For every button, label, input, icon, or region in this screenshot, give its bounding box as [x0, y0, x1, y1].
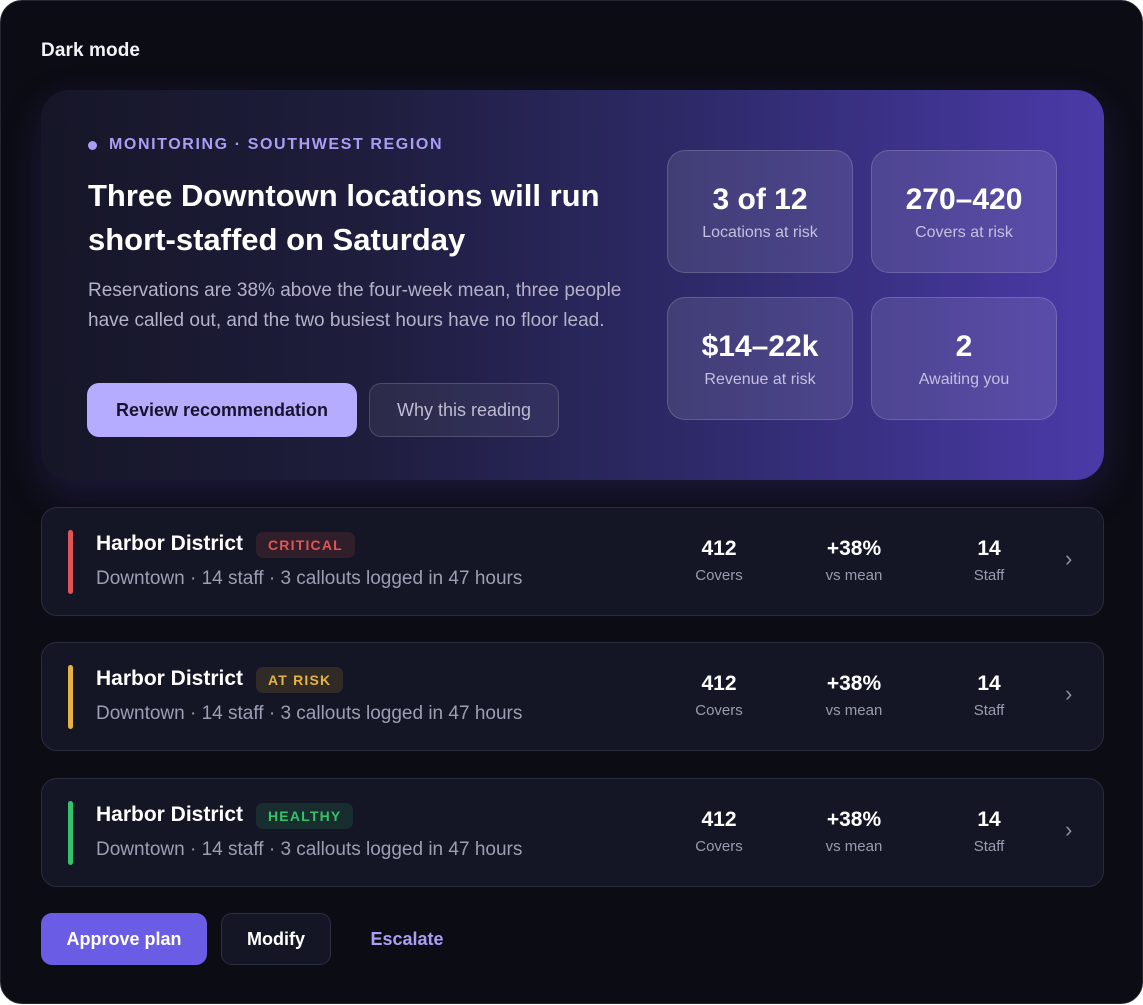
metric-covers: 412 Covers — [659, 808, 779, 855]
metric-label: vs mean — [825, 838, 883, 855]
metric-vs-mean: +38% vs mean — [794, 808, 914, 855]
metric-value: +38% — [826, 537, 882, 560]
hero-title: Three Downtown locations will run short-… — [88, 178, 600, 257]
metric-label: Staff — [973, 702, 1005, 719]
stat-label: Revenue at risk — [704, 370, 816, 388]
metric-label: vs mean — [825, 567, 883, 584]
stat-card-awaiting-you: 2 Awaiting you — [871, 297, 1057, 420]
stat-value: 2 — [955, 329, 973, 363]
metric-value: 14 — [977, 808, 1001, 831]
metric-value: 14 — [977, 537, 1001, 560]
stat-value: $14–22k — [701, 329, 819, 363]
metric-staff: 14 Staff — [929, 808, 1049, 855]
metric-value: 412 — [701, 537, 737, 560]
metric-value: +38% — [826, 808, 882, 831]
metric-vs-mean: +38% vs mean — [794, 672, 914, 719]
status-badge: CRITICAL — [256, 532, 355, 558]
location-name: Harbor District — [96, 532, 244, 555]
location-card-at-risk[interactable]: Harbor District AT RISK Downtown · 14 st… — [41, 642, 1104, 751]
approve-plan-button[interactable]: Approve plan — [41, 913, 207, 965]
status-dot-icon — [88, 140, 97, 150]
stat-card-revenue-at-risk: $14–22k Revenue at risk — [667, 297, 853, 420]
metric-label: Covers — [695, 702, 743, 719]
stat-card-locations-at-risk: 3 of 12 Locations at risk — [667, 150, 853, 273]
hero-description: Reservations are 38% above the four-week… — [88, 280, 622, 331]
location-subtitle: Downtown · 14 staff · 3 callouts logged … — [96, 568, 523, 589]
location-name: Harbor District — [96, 667, 244, 690]
chevron-right-icon[interactable]: › — [1065, 817, 1072, 843]
metric-value: 412 — [701, 672, 737, 695]
status-badge: HEALTHY — [256, 803, 354, 829]
metric-label: Covers — [695, 567, 743, 584]
metric-covers: 412 Covers — [659, 537, 779, 584]
hero-eyebrow: MONITORING · SOUTHWEST REGION — [88, 136, 443, 154]
location-name: Harbor District — [96, 803, 244, 826]
location-card-healthy[interactable]: Harbor District HEALTHY Downtown · 14 st… — [41, 778, 1104, 887]
status-indicator-bar — [68, 530, 73, 594]
stat-value: 3 of 12 — [712, 182, 808, 216]
review-recommendation-button[interactable]: Review recommendation — [87, 383, 357, 437]
stat-label: Covers at risk — [915, 223, 1013, 241]
metric-value: 412 — [701, 808, 737, 831]
metric-label: Staff — [973, 838, 1005, 855]
metric-staff: 14 Staff — [929, 537, 1049, 584]
chevron-right-icon[interactable]: › — [1065, 681, 1072, 707]
metric-label: vs mean — [825, 702, 883, 719]
location-subtitle: Downtown · 14 staff · 3 callouts logged … — [96, 703, 523, 724]
metric-value: +38% — [826, 672, 882, 695]
dashboard-frame: Dark mode MONITORING · SOUTHWEST REGION … — [0, 0, 1143, 1004]
metric-label: Covers — [695, 838, 743, 855]
why-this-reading-button[interactable]: Why this reading — [369, 383, 559, 437]
location-subtitle: Downtown · 14 staff · 3 callouts logged … — [96, 839, 523, 860]
stat-label: Locations at risk — [702, 223, 818, 241]
stat-label: Awaiting you — [918, 370, 1010, 388]
metric-label: Staff — [973, 567, 1005, 584]
hero-panel: MONITORING · SOUTHWEST REGION Three Down… — [41, 90, 1104, 480]
stat-value: 270–420 — [905, 182, 1023, 216]
metric-vs-mean: +38% vs mean — [794, 537, 914, 584]
modify-button[interactable]: Modify — [221, 913, 331, 965]
metric-staff: 14 Staff — [929, 672, 1049, 719]
eyebrow-text: MONITORING · SOUTHWEST REGION — [109, 136, 444, 153]
mode-label: Dark mode — [41, 40, 141, 61]
metric-value: 14 — [977, 672, 1001, 695]
metric-covers: 412 Covers — [659, 672, 779, 719]
status-badge: AT RISK — [256, 667, 344, 693]
stat-card-covers-at-risk: 270–420 Covers at risk — [871, 150, 1057, 273]
escalate-button[interactable]: Escalate — [351, 913, 463, 965]
status-indicator-bar — [68, 665, 73, 729]
location-card-critical[interactable]: Harbor District CRITICAL Downtown · 14 s… — [41, 507, 1104, 616]
chevron-right-icon[interactable]: › — [1065, 546, 1072, 572]
status-indicator-bar — [68, 801, 73, 865]
